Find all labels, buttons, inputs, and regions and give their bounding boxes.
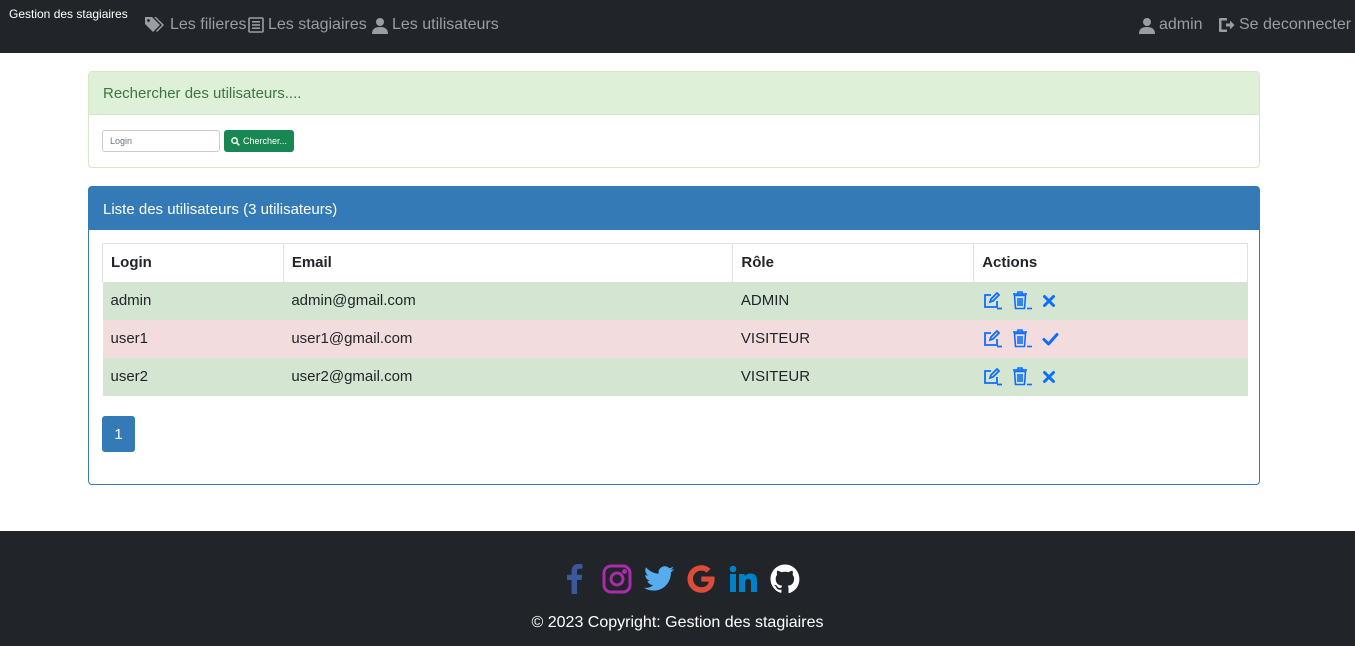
cell-login: user2 xyxy=(102,357,284,396)
user-icon xyxy=(1139,17,1155,34)
nav-user-label: admin xyxy=(1159,16,1203,33)
search-button-label: Chercher... xyxy=(242,136,288,146)
users-panel: Liste des utilisateurs (3 utilisateurs) … xyxy=(88,186,1260,485)
copyright-text: © 2023 Copyright: Gestion des stagiaires xyxy=(531,614,824,631)
cell-actions xyxy=(973,357,1248,396)
column-header-role: Rôle xyxy=(732,243,975,282)
search-icon xyxy=(231,136,240,146)
cell-email: admin@gmail.com xyxy=(283,281,733,320)
trash-icon[interactable] xyxy=(1012,291,1032,310)
user-icon xyxy=(372,17,388,34)
trash-icon[interactable] xyxy=(1012,367,1032,386)
cell-role: VISITEUR xyxy=(732,319,974,358)
pagination-page-1[interactable]: 1 xyxy=(102,416,135,452)
list-icon xyxy=(248,17,264,33)
column-header-login: Login xyxy=(102,243,284,282)
nav-link-stagiaires[interactable]: Les stagiaires xyxy=(248,14,367,36)
twitter-icon[interactable] xyxy=(643,563,675,595)
nav-link-filieres[interactable]: Les filieres xyxy=(144,14,246,36)
edit-icon[interactable] xyxy=(982,291,1002,310)
table-header-row: Login Email Rôle Actions xyxy=(102,243,1248,282)
logout-link[interactable]: Se deconnecter xyxy=(1218,14,1351,36)
cell-login: admin xyxy=(102,281,284,320)
tags-icon xyxy=(145,17,164,32)
users-panel-heading: Liste des utilisateurs (3 utilisateurs) xyxy=(89,187,1259,230)
cell-email: user2@gmail.com xyxy=(283,357,733,396)
column-header-actions: Actions xyxy=(973,243,1248,282)
search-button[interactable]: Chercher... xyxy=(224,130,294,152)
brand-title[interactable]: Gestion des stagiaires xyxy=(9,7,128,21)
logout-label: Se deconnecter xyxy=(1239,16,1352,33)
cell-role: ADMIN xyxy=(732,281,974,320)
facebook-icon[interactable] xyxy=(559,563,591,595)
times-icon[interactable] xyxy=(1042,370,1056,384)
users-table: Login Email Rôle Actions admin admin@gma… xyxy=(102,243,1248,396)
cell-email: user1@gmail.com xyxy=(283,319,733,358)
nav-link-label: Les utilisateurs xyxy=(392,16,499,33)
check-icon[interactable] xyxy=(1042,332,1059,346)
table-row: user2 user2@gmail.com VISITEUR xyxy=(102,357,1248,396)
cell-actions xyxy=(973,319,1248,358)
nav-link-utilisateurs[interactable]: Les utilisateurs xyxy=(372,14,499,36)
nav-link-label: Les filieres xyxy=(170,16,247,33)
table-row: admin admin@gmail.com ADMIN xyxy=(102,281,1248,320)
login-search-input[interactable] xyxy=(102,130,220,152)
social-links xyxy=(559,563,801,595)
trash-icon[interactable] xyxy=(1012,329,1032,348)
nav-link-label: Les stagiaires xyxy=(268,16,367,33)
cell-login: user1 xyxy=(102,319,284,358)
navbar: Gestion des stagiaires Les filieres Les … xyxy=(0,0,1355,53)
google-icon[interactable] xyxy=(685,563,717,595)
search-panel: Rechercher des utilisateurs.... Chercher… xyxy=(88,71,1260,168)
github-icon[interactable] xyxy=(769,563,801,595)
table-row: user1 user1@gmail.com VISITEUR xyxy=(102,319,1248,358)
edit-icon[interactable] xyxy=(982,329,1002,348)
edit-icon[interactable] xyxy=(982,367,1002,386)
search-panel-heading: Rechercher des utilisateurs.... xyxy=(89,72,1259,115)
cell-role: VISITEUR xyxy=(732,357,974,396)
instagram-icon[interactable] xyxy=(601,563,633,595)
cell-actions xyxy=(973,281,1248,320)
footer: © 2023 Copyright: Gestion des stagiaires xyxy=(0,531,1355,646)
nav-user-admin[interactable]: admin xyxy=(1139,14,1203,36)
linkedin-icon[interactable] xyxy=(727,563,759,595)
column-header-email: Email xyxy=(282,243,734,282)
times-icon[interactable] xyxy=(1042,294,1056,308)
logout-icon xyxy=(1219,18,1235,32)
